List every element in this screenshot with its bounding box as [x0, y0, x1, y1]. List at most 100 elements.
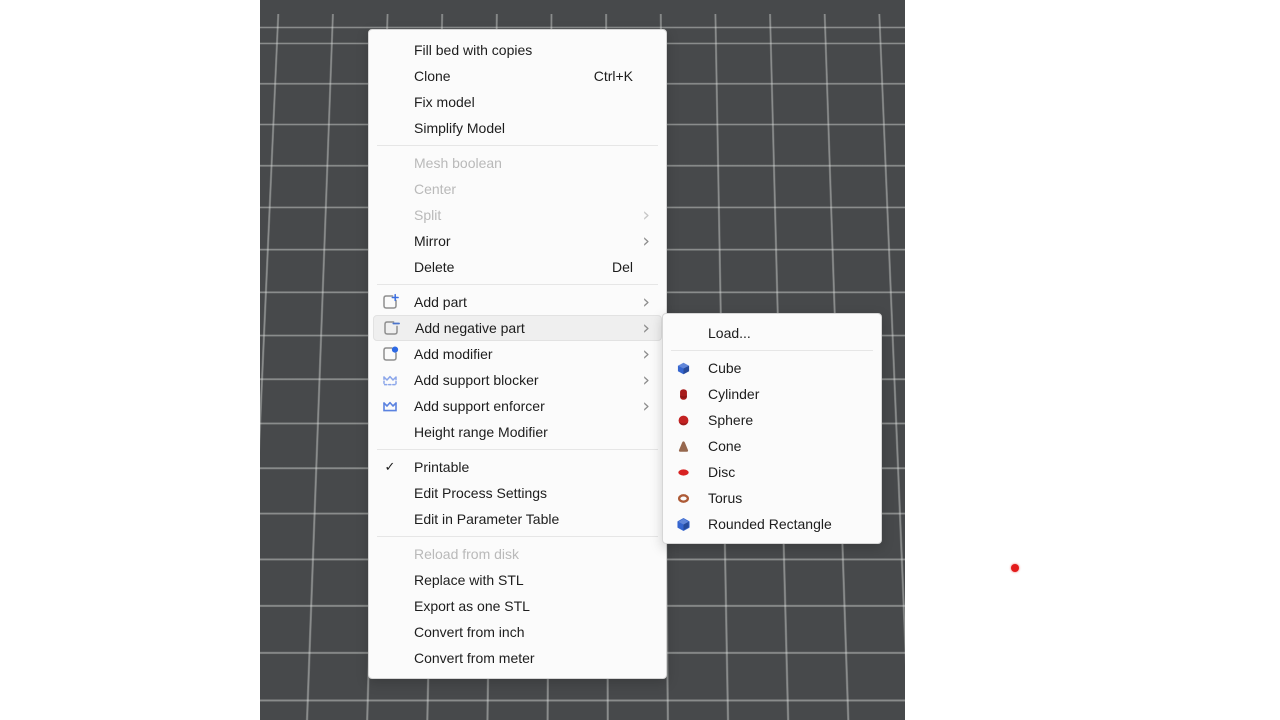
- empty-icon-slot: [380, 232, 400, 250]
- menu-item-add-modifier[interactable]: Add modifier ›: [369, 341, 666, 367]
- shortcut-label: Ctrl+K: [594, 68, 633, 84]
- disc-icon: [675, 464, 691, 480]
- menu-item-label: Reload from disk: [414, 546, 519, 562]
- submenu-item-load[interactable]: Load...: [663, 320, 881, 346]
- menu-item-label: Split: [414, 207, 441, 223]
- menu-item-label: Convert from meter: [414, 650, 535, 666]
- menu-item-clone[interactable]: Clone Ctrl+K: [369, 63, 666, 89]
- object-context-menu: Fill bed with copies Clone Ctrl+K Fix mo…: [368, 29, 667, 679]
- empty-icon-slot: [380, 597, 400, 615]
- menu-item-center: Center: [369, 176, 666, 202]
- submenu-item-label: Cylinder: [708, 386, 759, 402]
- rounded-rectangle-icon: [675, 516, 691, 532]
- submenu-arrow-icon: ›: [642, 398, 650, 414]
- submenu-item-label: Load...: [708, 325, 751, 341]
- empty-icon-slot: [380, 93, 400, 111]
- menu-item-label: Add support blocker: [414, 372, 539, 388]
- menu-item-label: Fix model: [414, 94, 475, 110]
- menu-item-edit-process-settings[interactable]: Edit Process Settings: [369, 480, 666, 506]
- menu-item-add-part[interactable]: Add part ›: [369, 289, 666, 315]
- empty-icon-slot: [380, 206, 400, 224]
- submenu-item-label: Sphere: [708, 412, 753, 428]
- menu-item-split: Split ›: [369, 202, 666, 228]
- shortcut-label: Del: [612, 259, 633, 275]
- add-part-icon: [380, 293, 400, 311]
- submenu-item-label: Disc: [708, 464, 735, 480]
- menu-separator: [377, 284, 658, 285]
- empty-icon-slot: [380, 649, 400, 667]
- empty-icon-slot: [380, 545, 400, 563]
- menu-item-fix-model[interactable]: Fix model: [369, 89, 666, 115]
- menu-item-mesh-boolean: Mesh boolean: [369, 150, 666, 176]
- cylinder-icon: [675, 386, 691, 402]
- menu-item-convert-from-meter[interactable]: Convert from meter: [369, 645, 666, 671]
- menu-item-add-negative-part[interactable]: Add negative part ›: [373, 315, 662, 341]
- menu-item-label: Printable: [414, 459, 469, 475]
- menu-item-label: Simplify Model: [414, 120, 505, 136]
- menu-item-label: Center: [414, 181, 456, 197]
- menu-item-height-range-modifier[interactable]: Height range Modifier: [369, 419, 666, 445]
- menu-item-label: Replace with STL: [414, 572, 524, 588]
- submenu-item-rounded-rectangle[interactable]: Rounded Rectangle: [663, 511, 881, 537]
- submenu-item-cone[interactable]: Cone: [663, 433, 881, 459]
- menu-item-add-support-blocker[interactable]: Add support blocker ›: [369, 367, 666, 393]
- submenu-item-torus[interactable]: Torus: [663, 485, 881, 511]
- empty-icon-slot: [380, 484, 400, 502]
- submenu-item-disc[interactable]: Disc: [663, 459, 881, 485]
- cube-icon: [675, 360, 691, 376]
- empty-icon-slot: [380, 571, 400, 589]
- empty-icon-slot: [380, 258, 400, 276]
- empty-icon-slot: [380, 180, 400, 198]
- menu-item-label: Add negative part: [415, 320, 525, 336]
- submenu-arrow-icon: ›: [642, 294, 650, 310]
- menu-item-mirror[interactable]: Mirror ›: [369, 228, 666, 254]
- submenu-item-cube[interactable]: Cube: [663, 355, 881, 381]
- menu-item-convert-from-inch[interactable]: Convert from inch: [369, 619, 666, 645]
- menu-item-add-support-enforcer[interactable]: Add support enforcer ›: [369, 393, 666, 419]
- empty-icon-slot: [380, 67, 400, 85]
- submenu-item-label: Rounded Rectangle: [708, 516, 832, 532]
- submenu-item-label: Torus: [708, 490, 742, 506]
- checkmark-icon: ✓: [380, 458, 400, 476]
- menu-item-label: Convert from inch: [414, 624, 524, 640]
- submenu-separator: [671, 350, 873, 351]
- menu-item-label: Clone: [414, 68, 451, 84]
- menu-item-reload-from-disk: Reload from disk: [369, 541, 666, 567]
- add-negative-part-icon: [381, 319, 401, 337]
- empty-icon-slot: [675, 325, 691, 341]
- menu-item-label: Delete: [414, 259, 454, 275]
- submenu-arrow-icon: ›: [642, 346, 650, 362]
- menu-item-label: Export as one STL: [414, 598, 530, 614]
- menu-item-fill-bed-with-copies[interactable]: Fill bed with copies: [369, 37, 666, 63]
- menu-item-label: Add part: [414, 294, 467, 310]
- cone-icon: [675, 438, 691, 454]
- submenu-item-label: Cube: [708, 360, 741, 376]
- menu-separator: [377, 449, 658, 450]
- add-modifier-icon: [380, 345, 400, 363]
- submenu-arrow-icon: ›: [642, 372, 650, 388]
- menu-item-edit-in-parameter-table[interactable]: Edit in Parameter Table: [369, 506, 666, 532]
- submenu-item-sphere[interactable]: Sphere: [663, 407, 881, 433]
- submenu-item-cylinder[interactable]: Cylinder: [663, 381, 881, 407]
- menu-item-simplify-model[interactable]: Simplify Model: [369, 115, 666, 141]
- add-negative-part-submenu: Load... Cube Cylinder Sphere: [662, 313, 882, 544]
- red-cursor-dot: [1011, 564, 1019, 572]
- sphere-icon: [675, 412, 691, 428]
- menu-item-delete[interactable]: Delete Del: [369, 254, 666, 280]
- empty-icon-slot: [380, 41, 400, 59]
- menu-item-label: Mirror: [414, 233, 451, 249]
- menu-item-label: Mesh boolean: [414, 155, 502, 171]
- empty-icon-slot: [380, 510, 400, 528]
- menu-item-export-as-one-stl[interactable]: Export as one STL: [369, 593, 666, 619]
- empty-icon-slot: [380, 423, 400, 441]
- empty-icon-slot: [380, 119, 400, 137]
- menu-item-replace-with-stl[interactable]: Replace with STL: [369, 567, 666, 593]
- menu-item-label: Fill bed with copies: [414, 42, 532, 58]
- empty-icon-slot: [380, 623, 400, 641]
- submenu-arrow-icon: ›: [642, 320, 650, 336]
- submenu-arrow-icon: ›: [642, 207, 650, 223]
- menu-separator: [377, 145, 658, 146]
- empty-icon-slot: [380, 154, 400, 172]
- menu-item-label: Add support enforcer: [414, 398, 545, 414]
- menu-item-printable[interactable]: ✓ Printable: [369, 454, 666, 480]
